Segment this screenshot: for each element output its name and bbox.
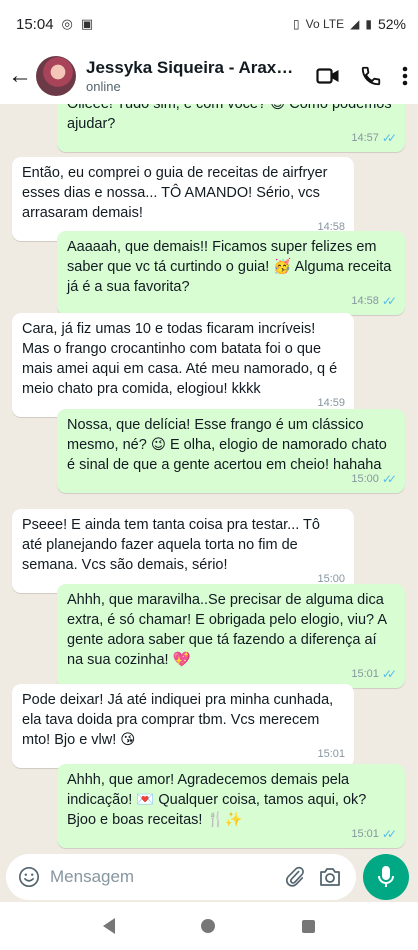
message-text: Nossa, que delícia! Esse frango é um clá… — [67, 417, 387, 473]
message-time: 15:01 — [317, 748, 345, 760]
message-bubble-incoming[interactable]: Cara, já fiz umas 10 e todas ficaram inc… — [12, 313, 354, 417]
message-bubble-incoming[interactable]: Pseee! E ainda tem tanta coisa pra testa… — [12, 509, 354, 593]
battery-icon: ▮ — [365, 17, 372, 31]
message-text: Cara, já fiz umas 10 e todas ficaram inc… — [22, 321, 338, 397]
message-text: Olieee! Tudo sim, e com você? 😊 Como pod… — [67, 104, 392, 132]
message-time: 14:57 — [351, 132, 379, 144]
read-ticks-icon: ✓✓ — [381, 667, 397, 681]
message-bubble-outgoing[interactable]: Nossa, que delícia! Esse frango é um clá… — [57, 409, 405, 493]
read-ticks-icon: ✓✓ — [381, 472, 397, 486]
contact-status: online — [86, 79, 121, 94]
volte-label: Vo LTE — [305, 17, 345, 31]
message-time: 15:01 — [351, 668, 379, 680]
contact-info[interactable]: Jessyka Siqueira - Araxá... online — [86, 58, 296, 94]
message-bubble-outgoing[interactable]: Aaaaah, que demais!! Ficamos super feliz… — [57, 231, 405, 315]
read-ticks-icon: ✓✓ — [381, 131, 397, 145]
message-bubble-outgoing[interactable]: Ahhh, que amor! Agradecemos demais pela … — [57, 764, 405, 848]
composer-bar — [0, 850, 418, 902]
camera-icon[interactable] — [318, 866, 342, 888]
vibrate-icon: ▯ — [293, 17, 300, 31]
message-text: Então, eu comprei o guia de receitas de … — [22, 165, 328, 221]
voice-call-icon[interactable] — [360, 65, 382, 87]
read-ticks-icon: ✓✓ — [381, 294, 397, 308]
message-text: Ahhh, que maravilha..Se precisar de algu… — [67, 592, 387, 668]
message-text: Aaaaah, que demais!! Ficamos super feliz… — [67, 239, 392, 295]
message-bubble-incoming[interactable]: Pode deixar! Já até indiquei pra minha c… — [12, 684, 354, 768]
message-bubble-outgoing[interactable]: Ahhh, que maravilha..Se precisar de algu… — [57, 584, 405, 688]
message-time: 14:58 — [351, 295, 379, 307]
nav-recents-icon[interactable] — [301, 919, 315, 933]
read-ticks-icon: ✓✓ — [381, 827, 397, 841]
attach-clip-icon[interactable] — [284, 866, 306, 888]
message-input-container — [6, 854, 356, 900]
message-text: Pseee! E ainda tem tanta coisa pra testa… — [22, 517, 320, 573]
message-text: Pode deixar! Já até indiquei pra minha c… — [22, 692, 334, 748]
message-time: 15:00 — [351, 473, 379, 485]
system-navigation-bar — [0, 902, 418, 950]
contact-avatar[interactable] — [36, 56, 76, 96]
signal-icon: ◢ — [350, 17, 360, 31]
nav-back-icon[interactable] — [103, 918, 116, 934]
calendar-notification-icon: ▣ — [80, 16, 94, 31]
message-bubble-outgoing[interactable]: Olieee! Tudo sim, e com você? 😊 Como pod… — [57, 104, 405, 152]
status-bar: 15:04 ◎ ▣ ▯ Vo LTE ◢ ▮ 52% — [0, 0, 418, 48]
message-bubble-incoming[interactable]: Então, eu comprei o guia de receitas de … — [12, 157, 354, 241]
battery-level: 52% — [377, 16, 406, 32]
message-input[interactable] — [48, 866, 262, 888]
microphone-button[interactable] — [363, 854, 409, 900]
whatsapp-notification-icon: ◎ — [61, 16, 73, 31]
nav-home-icon[interactable] — [201, 919, 216, 933]
chat-area[interactable]: Olieee! Tudo sim, e com você? 😊 Como pod… — [0, 104, 418, 850]
message-text: Ahhh, que amor! Agradecemos demais pela … — [67, 772, 367, 828]
more-options-icon[interactable] — [402, 65, 408, 87]
video-call-icon[interactable] — [316, 66, 340, 86]
microphone-icon — [378, 866, 394, 887]
chat-header: ← Jessyka Siqueira - Araxá... online — [0, 48, 418, 104]
contact-name: Jessyka Siqueira - Araxá... — [86, 58, 296, 77]
back-arrow-icon[interactable]: ← — [4, 62, 36, 90]
emoji-icon[interactable] — [18, 866, 40, 888]
message-time: 15:01 — [351, 828, 379, 840]
status-time: 15:04 — [16, 15, 54, 33]
status-indicators: ▯ Vo LTE ◢ ▮ 52% — [293, 16, 406, 32]
